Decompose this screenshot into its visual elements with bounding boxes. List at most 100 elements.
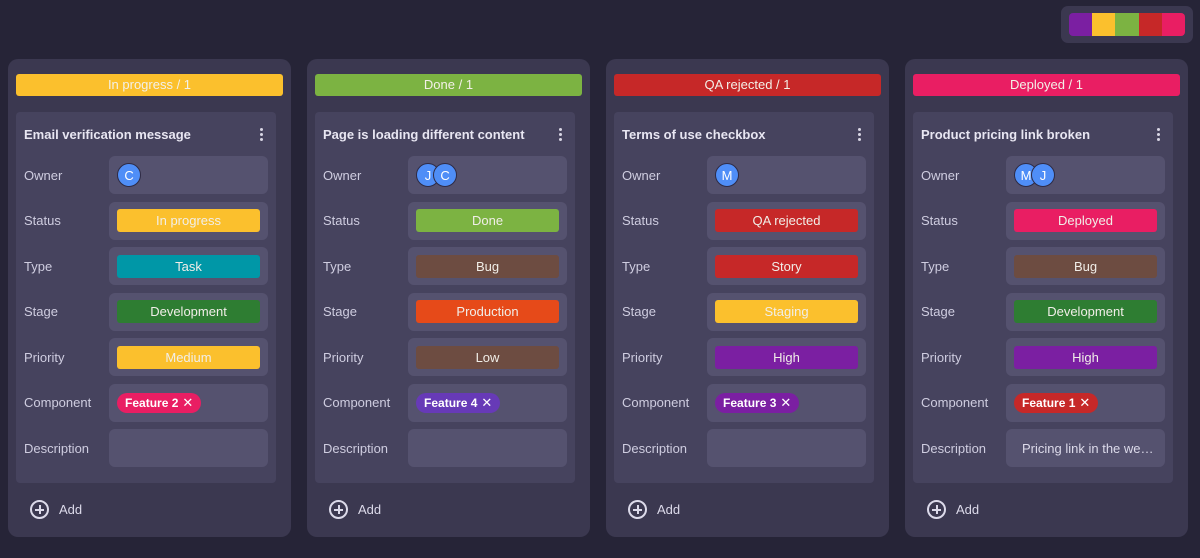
- priority-value[interactable]: High: [707, 338, 866, 376]
- type-tag: Bug: [416, 254, 559, 278]
- card-title[interactable]: Terms of use checkbox: [622, 127, 766, 142]
- remove-icon[interactable]: ✕: [182, 393, 193, 413]
- priority-value[interactable]: Medium: [109, 338, 268, 376]
- component-chip[interactable]: Feature 1 ✕: [1014, 392, 1099, 413]
- component-chip[interactable]: Feature 2 ✕: [117, 392, 202, 413]
- component-value[interactable]: Feature 4 ✕: [408, 383, 567, 422]
- more-options-icon[interactable]: [852, 125, 866, 143]
- more-options-icon[interactable]: [1151, 125, 1165, 143]
- field-priority: Priority High: [921, 338, 1165, 376]
- description-input[interactable]: [408, 429, 567, 467]
- avatar[interactable]: M: [715, 163, 740, 187]
- status-value[interactable]: QA rejected: [707, 201, 866, 240]
- avatar[interactable]: C: [117, 163, 142, 187]
- board-column: Done / 1 Page is loading different conte…: [307, 59, 590, 537]
- task-card[interactable]: Page is loading different content Owner …: [315, 112, 575, 483]
- field-type: Type Bug: [323, 247, 567, 285]
- field-label: Type: [921, 258, 950, 274]
- field-label: Status: [323, 213, 360, 228]
- field-label: Component: [622, 395, 690, 410]
- type-tag: Task: [117, 254, 260, 278]
- component-value[interactable]: Feature 3 ✕: [707, 383, 866, 422]
- field-label: Description: [622, 440, 688, 456]
- avatar[interactable]: C: [433, 163, 458, 187]
- add-item-button[interactable]: Add: [329, 500, 381, 519]
- palette-swatch[interactable]: [1161, 13, 1186, 36]
- field-label: Status: [24, 213, 61, 228]
- field-label: Type: [622, 258, 651, 274]
- add-item-button[interactable]: Add: [30, 500, 82, 519]
- palette-swatch[interactable]: [1092, 13, 1116, 36]
- priority-tag: High: [715, 345, 858, 369]
- card-title[interactable]: Page is loading different content: [323, 127, 525, 142]
- field-label: Type: [323, 258, 352, 274]
- stage-tag: Development: [117, 300, 260, 323]
- column-header[interactable]: Done / 1: [315, 74, 582, 96]
- field-label: Stage: [921, 304, 955, 319]
- priority-value[interactable]: High: [1006, 338, 1165, 376]
- owner-value[interactable]: M: [707, 156, 866, 194]
- type-tag: Story: [715, 254, 858, 278]
- column-header[interactable]: In progress / 1: [16, 74, 283, 96]
- owner-value[interactable]: MJ: [1006, 156, 1165, 194]
- field-priority: Priority High: [622, 338, 866, 376]
- component-value[interactable]: Feature 2 ✕: [109, 383, 268, 422]
- field-label: Component: [921, 395, 989, 410]
- palette-swatch[interactable]: [1138, 13, 1162, 36]
- stage-value[interactable]: Development: [109, 292, 268, 331]
- remove-icon[interactable]: ✕: [481, 393, 492, 413]
- status-value[interactable]: Deployed: [1006, 201, 1165, 240]
- remove-icon[interactable]: ✕: [780, 393, 791, 413]
- field-label: Description: [323, 440, 389, 456]
- component-chip[interactable]: Feature 3 ✕: [715, 392, 800, 413]
- field-label: Stage: [323, 304, 357, 319]
- task-card[interactable]: Email verification message Owner C Statu…: [16, 112, 276, 483]
- owner-value[interactable]: JC: [408, 156, 567, 194]
- more-options-icon[interactable]: [553, 125, 567, 143]
- column-header[interactable]: QA rejected / 1: [614, 74, 881, 96]
- add-item-button[interactable]: Add: [927, 500, 979, 519]
- card-title[interactable]: Email verification message: [24, 127, 191, 142]
- field-component: Component Feature 3 ✕: [622, 383, 866, 422]
- field-label: Description: [921, 440, 987, 456]
- board-column: Deployed / 1 Product pricing link broken…: [905, 59, 1188, 537]
- stage-value[interactable]: Production: [408, 292, 567, 331]
- component-value[interactable]: Feature 1 ✕: [1006, 383, 1165, 422]
- type-value[interactable]: Story: [707, 247, 866, 285]
- type-value[interactable]: Bug: [408, 247, 567, 285]
- status-value[interactable]: Done: [408, 201, 567, 240]
- type-value[interactable]: Task: [109, 247, 268, 285]
- stage-value[interactable]: Staging: [707, 292, 866, 331]
- owner-value[interactable]: C: [109, 156, 268, 194]
- status-value[interactable]: In progress: [109, 201, 268, 240]
- stage-tag: Development: [1014, 300, 1157, 323]
- task-card[interactable]: Product pricing link broken Owner MJ Sta…: [913, 112, 1173, 483]
- palette-swatch[interactable]: [1115, 13, 1139, 36]
- priority-tag: Medium: [117, 345, 260, 369]
- field-stage: Stage Development: [24, 292, 268, 331]
- column-header[interactable]: Deployed / 1: [913, 74, 1180, 96]
- priority-value[interactable]: Low: [408, 338, 567, 376]
- description-input[interactable]: [707, 429, 866, 467]
- stage-value[interactable]: Development: [1006, 292, 1165, 331]
- field-stage: Stage Staging: [622, 292, 866, 331]
- field-priority: Priority Low: [323, 338, 567, 376]
- field-type: Type Story: [622, 247, 866, 285]
- field-owner: Owner M: [622, 156, 866, 194]
- description-input[interactable]: Pricing link in the we…: [1006, 429, 1165, 467]
- type-value[interactable]: Bug: [1006, 247, 1165, 285]
- remove-icon[interactable]: ✕: [1079, 393, 1090, 413]
- component-chip[interactable]: Feature 4 ✕: [416, 392, 501, 413]
- description-input[interactable]: [109, 429, 268, 467]
- field-label: Owner: [323, 167, 362, 183]
- field-label: Description: [24, 440, 90, 456]
- chip-label: Feature 3: [723, 395, 777, 410]
- card-title[interactable]: Product pricing link broken: [921, 127, 1090, 142]
- add-item-button[interactable]: Add: [628, 500, 680, 519]
- palette-swatch[interactable]: [1069, 13, 1093, 36]
- avatar[interactable]: J: [1031, 163, 1056, 187]
- chip-label: Feature 4: [424, 395, 478, 410]
- field-status: Status Done: [323, 201, 567, 240]
- more-options-icon[interactable]: [254, 125, 268, 143]
- task-card[interactable]: Terms of use checkbox Owner M Status QA …: [614, 112, 874, 483]
